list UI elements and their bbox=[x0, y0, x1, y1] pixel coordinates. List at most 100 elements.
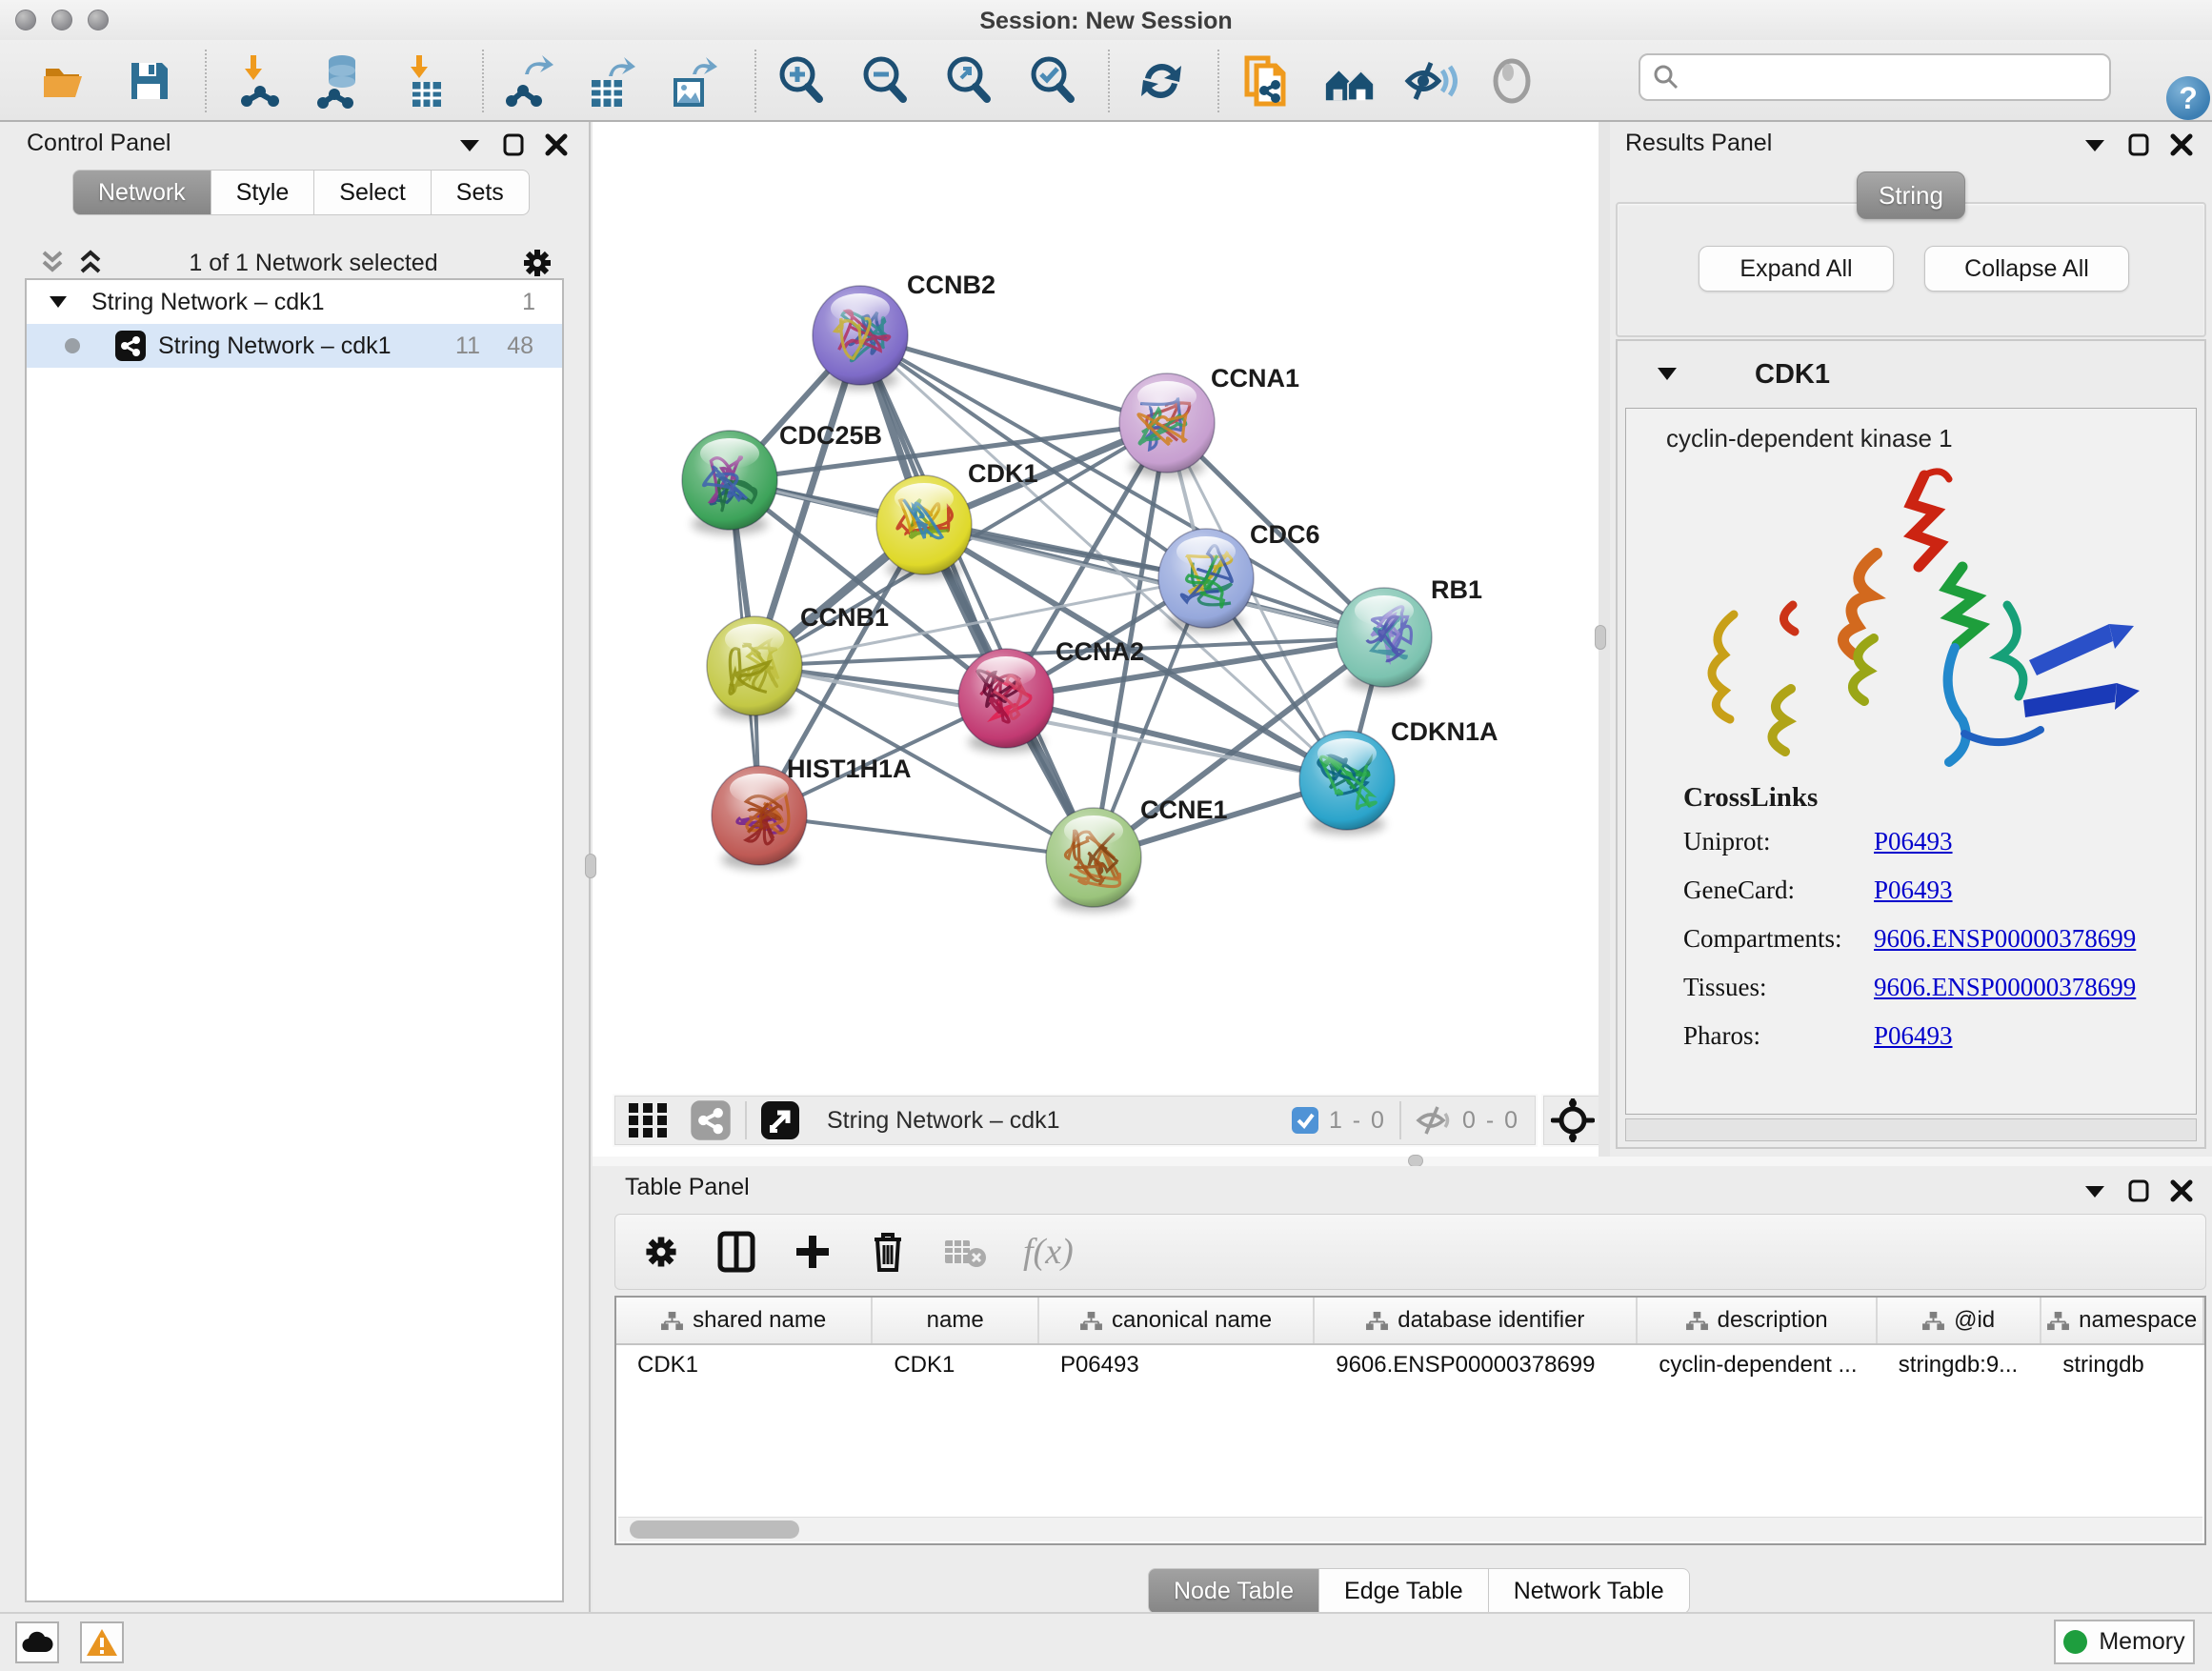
node-CCNE1[interactable]: CCNE1 bbox=[1046, 795, 1228, 912]
panel-menu-icon[interactable] bbox=[457, 136, 482, 153]
cell--id[interactable]: stringdb:9... bbox=[1878, 1347, 2042, 1383]
column-header-database-identifier[interactable]: database identifier bbox=[1315, 1298, 1638, 1343]
zoom-in-button[interactable] bbox=[774, 53, 829, 109]
import-network-database-button[interactable] bbox=[312, 53, 368, 109]
crosshair-icon[interactable] bbox=[1551, 1098, 1595, 1142]
grid-view-icon[interactable] bbox=[625, 1099, 671, 1141]
gene-section-header[interactable]: CDK1 bbox=[1619, 343, 2202, 406]
help-button[interactable]: ? bbox=[2166, 76, 2210, 120]
show-columns-icon[interactable] bbox=[716, 1230, 756, 1274]
refresh-button[interactable] bbox=[1134, 53, 1189, 109]
node-highlight bbox=[895, 483, 954, 513]
node-highlight bbox=[1317, 738, 1377, 769]
hide-unhide-button[interactable] bbox=[1402, 53, 1458, 109]
add-column-icon[interactable] bbox=[793, 1232, 833, 1272]
network-row[interactable]: String Network – cdk1 11 48 bbox=[27, 324, 562, 368]
string-home-button[interactable] bbox=[1322, 53, 1377, 109]
expand-all-icon[interactable] bbox=[74, 249, 107, 277]
node-CDK1[interactable]: CDK1 bbox=[876, 459, 1038, 579]
gray-eye-button[interactable] bbox=[1484, 53, 1539, 109]
collapse-all-button[interactable]: Collapse All bbox=[1924, 246, 2129, 292]
warnings-button[interactable] bbox=[80, 1621, 124, 1663]
table-horizontal-scrollbar[interactable] bbox=[618, 1517, 2202, 1541]
cell-shared-name[interactable]: CDK1 bbox=[616, 1347, 873, 1383]
cell-canonical-name[interactable]: P06493 bbox=[1039, 1347, 1315, 1383]
open-session-button[interactable] bbox=[38, 53, 93, 109]
memory-button[interactable]: Memory bbox=[2054, 1620, 2195, 1664]
selected-checkbox-icon[interactable] bbox=[1291, 1106, 1319, 1135]
tab-network[interactable]: Network bbox=[72, 170, 211, 215]
network-collection-row[interactable]: String Network – cdk1 1 bbox=[27, 280, 562, 324]
save-session-button[interactable] bbox=[122, 53, 177, 109]
node-RB1[interactable]: RB1 bbox=[1337, 575, 1482, 692]
cloud-button[interactable] bbox=[15, 1621, 59, 1663]
panel-menu-icon[interactable] bbox=[2082, 1182, 2107, 1199]
column-header-name[interactable]: name bbox=[873, 1298, 1039, 1343]
tab-select[interactable]: Select bbox=[314, 170, 431, 215]
panel-close-icon[interactable] bbox=[2170, 1179, 2193, 1202]
column-header-description[interactable]: description bbox=[1638, 1298, 1877, 1343]
cell-namespace[interactable]: stringdb bbox=[2041, 1347, 2204, 1383]
cell-database-identifier[interactable]: 9606.ENSP00000378699 bbox=[1315, 1347, 1638, 1383]
zoom-out-button[interactable] bbox=[857, 53, 913, 109]
edge-HIST1H1A-CCNE1[interactable] bbox=[759, 815, 1094, 857]
tab-network-table[interactable]: Network Table bbox=[1489, 1568, 1690, 1614]
section-expander-icon[interactable] bbox=[1656, 366, 1679, 383]
column-header-namespace[interactable]: namespace bbox=[2041, 1298, 2204, 1343]
edge-CCNA2-CDKN1A[interactable] bbox=[1006, 698, 1347, 780]
column-header-canonical-name[interactable]: canonical name bbox=[1039, 1298, 1315, 1343]
network-canvas[interactable]: CCNB2CCNA1CDC25BCDK1CDC6RB1CCNB1CCNA2CDK… bbox=[593, 122, 1599, 1157]
tab-sets[interactable]: Sets bbox=[432, 170, 530, 215]
panel-close-icon[interactable] bbox=[545, 133, 568, 156]
node-CCNB2[interactable]: CCNB2 bbox=[813, 271, 995, 390]
zoom-selected-button[interactable] bbox=[1025, 53, 1080, 109]
collapse-all-icon[interactable] bbox=[36, 249, 69, 277]
crosslink-link[interactable]: P06493 bbox=[1874, 1021, 1953, 1051]
panel-menu-icon[interactable] bbox=[2082, 136, 2107, 153]
cell-name[interactable]: CDK1 bbox=[873, 1347, 1039, 1383]
node-CCNA1[interactable]: CCNA1 bbox=[1119, 364, 1299, 477]
cell-description[interactable]: cyclin-dependent ... bbox=[1638, 1347, 1877, 1383]
share-view-icon[interactable] bbox=[690, 1099, 732, 1141]
export-network-button[interactable] bbox=[499, 53, 554, 109]
crosslink-link[interactable]: 9606.ENSP00000378699 bbox=[1874, 924, 2136, 954]
export-image-button[interactable] bbox=[663, 53, 718, 109]
table-row[interactable]: CDK1CDK1P064939606.ENSP00000378699cyclin… bbox=[616, 1347, 2204, 1383]
crosslink-link[interactable]: P06493 bbox=[1874, 827, 1953, 856]
delete-column-icon[interactable] bbox=[869, 1230, 907, 1274]
export-table-button[interactable] bbox=[581, 53, 636, 109]
import-table-button[interactable] bbox=[398, 53, 453, 109]
panel-float-icon[interactable] bbox=[2128, 1179, 2149, 1202]
column-header--id[interactable]: @id bbox=[1878, 1298, 2042, 1343]
scrollbar-thumb[interactable] bbox=[630, 1520, 799, 1539]
column-header-shared-name[interactable]: shared name bbox=[616, 1298, 873, 1343]
tab-style[interactable]: Style bbox=[211, 170, 315, 215]
share-file-button[interactable] bbox=[1238, 53, 1294, 109]
birdseye-view-icon[interactable] bbox=[760, 1100, 800, 1140]
splitter-handle[interactable] bbox=[585, 854, 596, 878]
tab-node-table[interactable]: Node Table bbox=[1148, 1568, 1319, 1614]
panel-close-icon[interactable] bbox=[2170, 133, 2193, 156]
panel-float-icon[interactable] bbox=[503, 133, 524, 156]
search-field[interactable] bbox=[1639, 53, 2111, 101]
node-CDC25B[interactable]: CDC25B bbox=[682, 421, 882, 534]
import-network-file-button[interactable] bbox=[232, 53, 288, 109]
splitter-handle[interactable] bbox=[1595, 625, 1606, 650]
gear-icon[interactable] bbox=[520, 246, 554, 280]
zoom-fit-button[interactable] bbox=[941, 53, 996, 109]
crosslink-row: Compartments:9606.ENSP00000378699 bbox=[1683, 924, 2136, 954]
network-graph[interactable]: CCNB2CCNA1CDC25BCDK1CDC6RB1CCNB1CCNA2CDK… bbox=[593, 122, 1599, 1157]
tab-edge-table[interactable]: Edge Table bbox=[1319, 1568, 1489, 1614]
expand-all-button[interactable]: Expand All bbox=[1699, 246, 1894, 292]
results-scrollbar[interactable] bbox=[1625, 1118, 2197, 1141]
panel-float-icon[interactable] bbox=[2128, 133, 2149, 156]
tab-string[interactable]: String bbox=[1857, 171, 1965, 219]
crosslink-link[interactable]: 9606.ENSP00000378699 bbox=[1874, 973, 2136, 1002]
node-CDKN1A[interactable]: CDKN1A bbox=[1299, 717, 1498, 835]
table-settings-gear-icon[interactable] bbox=[642, 1233, 680, 1271]
crosslink-link[interactable]: P06493 bbox=[1874, 876, 1953, 905]
node-HIST1H1A[interactable]: HIST1H1A bbox=[712, 755, 912, 870]
collection-expander-icon[interactable] bbox=[48, 294, 69, 310]
horizontal-splitter[interactable] bbox=[593, 1157, 2212, 1166]
search-input[interactable] bbox=[1680, 64, 2100, 91]
